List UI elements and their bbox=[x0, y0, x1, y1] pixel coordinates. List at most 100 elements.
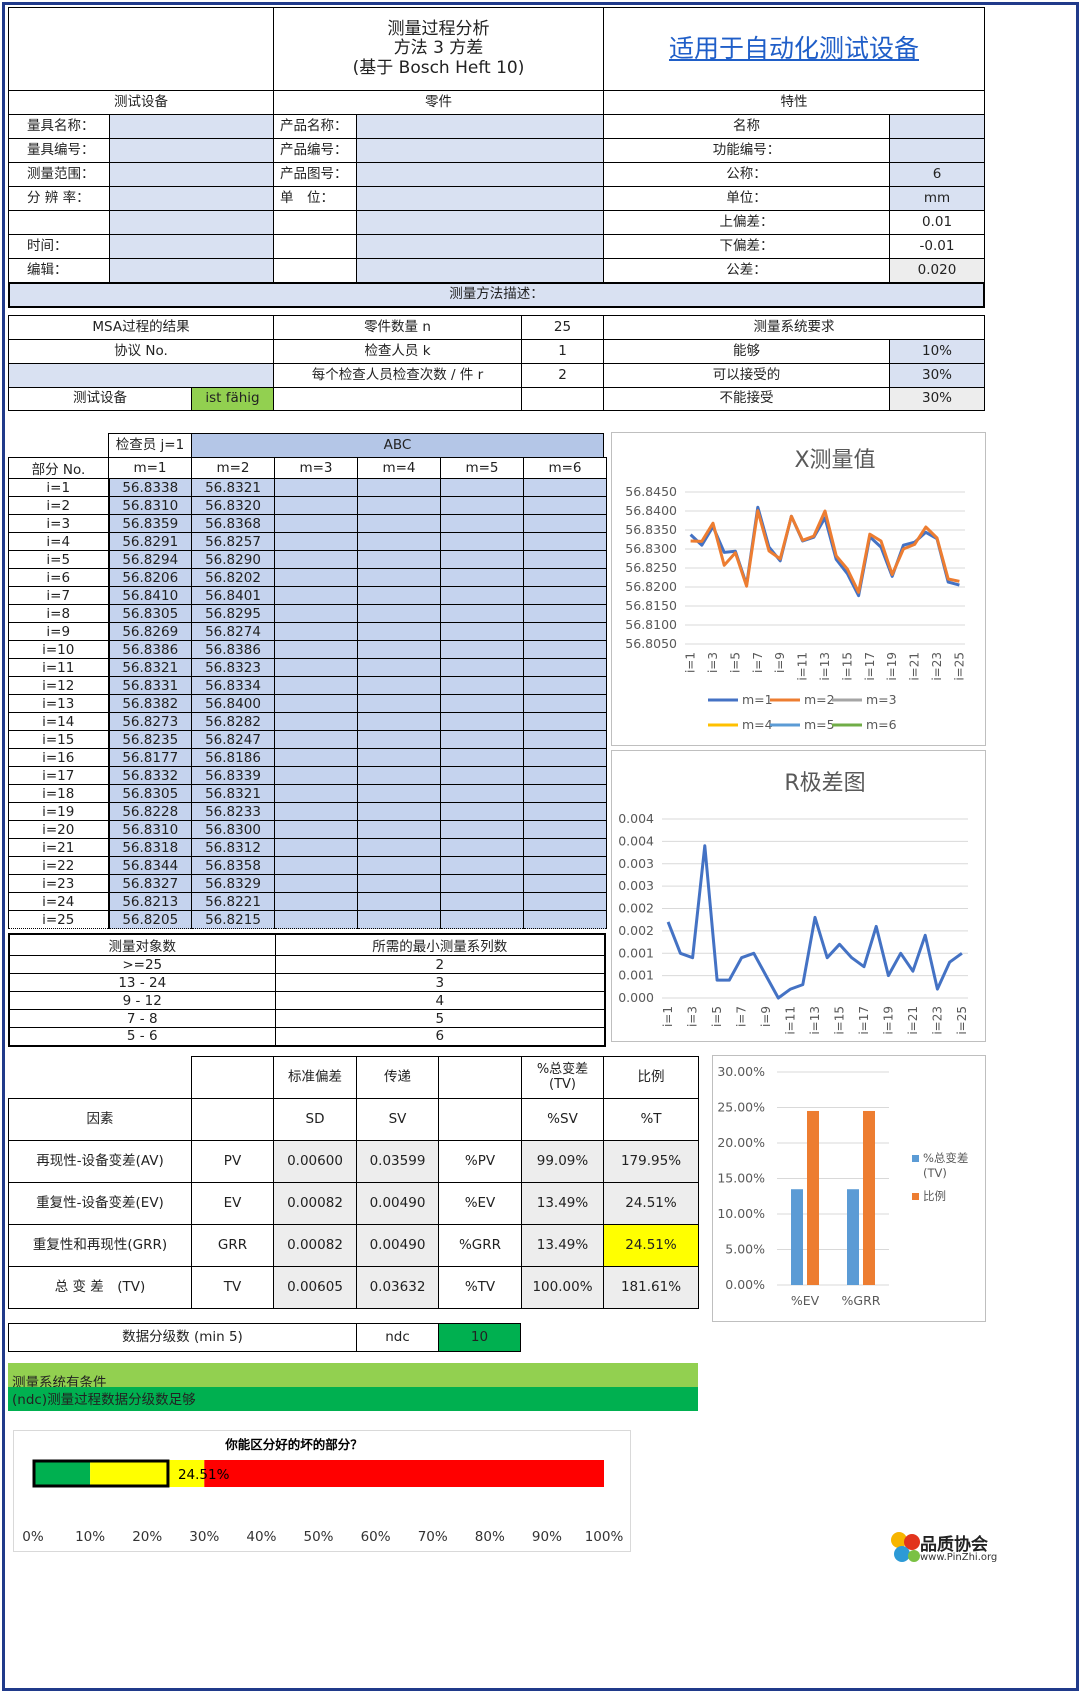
measurement-cell[interactable]: 56.8331 bbox=[107, 676, 192, 695]
measurement-cell[interactable] bbox=[357, 514, 441, 533]
measurement-cell[interactable]: 56.8321 bbox=[191, 784, 275, 803]
measurement-cell[interactable] bbox=[357, 586, 441, 605]
measurement-cell[interactable] bbox=[440, 784, 524, 803]
measurement-cell[interactable] bbox=[440, 622, 524, 641]
measurement-cell[interactable]: 56.8358 bbox=[191, 856, 275, 875]
gauge-range-input[interactable] bbox=[109, 162, 274, 187]
measurement-cell[interactable] bbox=[274, 550, 358, 569]
measurement-cell[interactable] bbox=[440, 496, 524, 515]
measurement-cell[interactable]: 56.8368 bbox=[191, 514, 275, 533]
measurement-cell[interactable] bbox=[357, 550, 441, 569]
gauge-name-input[interactable] bbox=[109, 114, 274, 139]
measurement-cell[interactable] bbox=[274, 478, 358, 497]
unit-value[interactable]: mm bbox=[889, 186, 985, 211]
measurement-cell[interactable] bbox=[357, 568, 441, 587]
product-name-input[interactable] bbox=[356, 114, 604, 139]
measurement-cell[interactable] bbox=[274, 604, 358, 623]
measurement-cell[interactable]: 56.8310 bbox=[107, 496, 192, 515]
measurement-cell[interactable] bbox=[523, 694, 607, 713]
blank-input[interactable] bbox=[109, 210, 274, 235]
measurement-cell[interactable]: 56.8206 bbox=[107, 568, 192, 587]
measurement-cell[interactable]: 56.8205 bbox=[107, 910, 192, 929]
measurement-cell[interactable] bbox=[274, 838, 358, 857]
measurement-cell[interactable] bbox=[357, 838, 441, 857]
measurement-cell[interactable] bbox=[523, 892, 607, 911]
measurement-cell[interactable] bbox=[357, 874, 441, 893]
measurement-cell[interactable] bbox=[357, 496, 441, 515]
measurement-cell[interactable] bbox=[440, 550, 524, 569]
measurement-cell[interactable]: 56.8386 bbox=[191, 640, 275, 659]
measurement-cell[interactable] bbox=[440, 604, 524, 623]
measurement-cell[interactable] bbox=[440, 658, 524, 677]
measurement-cell[interactable] bbox=[357, 856, 441, 875]
measurement-cell[interactable] bbox=[523, 820, 607, 839]
measurement-cell[interactable] bbox=[274, 910, 358, 929]
measurement-cell[interactable]: 56.8321 bbox=[107, 658, 192, 677]
capable-value[interactable]: 10% bbox=[889, 339, 985, 364]
measurement-cell[interactable] bbox=[440, 892, 524, 911]
time-input[interactable] bbox=[109, 234, 274, 259]
measurement-cell[interactable] bbox=[523, 658, 607, 677]
measurement-cell[interactable]: 56.8323 bbox=[191, 658, 275, 677]
gauge-resolution-input[interactable] bbox=[109, 186, 274, 211]
measurement-cell[interactable] bbox=[274, 496, 358, 515]
measurement-cell[interactable] bbox=[440, 910, 524, 929]
measurement-cell[interactable] bbox=[357, 478, 441, 497]
editor-input[interactable] bbox=[109, 258, 274, 283]
measurement-cell[interactable]: 56.8177 bbox=[107, 748, 192, 767]
measurement-cell[interactable] bbox=[274, 694, 358, 713]
measurement-cell[interactable]: 56.8228 bbox=[107, 802, 192, 821]
measurement-cell[interactable] bbox=[357, 910, 441, 929]
measurement-cell[interactable]: 56.8247 bbox=[191, 730, 275, 749]
measurement-cell[interactable] bbox=[523, 784, 607, 803]
measurement-cell[interactable] bbox=[357, 784, 441, 803]
measurement-cell[interactable] bbox=[440, 802, 524, 821]
measurement-cell[interactable]: 56.8300 bbox=[191, 820, 275, 839]
measurement-cell[interactable] bbox=[523, 802, 607, 821]
measurement-cell[interactable]: 56.8401 bbox=[191, 586, 275, 605]
measurement-cell[interactable] bbox=[440, 640, 524, 659]
measurement-cell[interactable] bbox=[357, 820, 441, 839]
measurement-cell[interactable] bbox=[523, 550, 607, 569]
measurement-cell[interactable] bbox=[440, 568, 524, 587]
measurement-cell[interactable] bbox=[523, 496, 607, 515]
measurement-cell[interactable] bbox=[523, 838, 607, 857]
measurement-cell[interactable] bbox=[523, 604, 607, 623]
char-name-value[interactable] bbox=[889, 114, 985, 139]
measurement-cell[interactable] bbox=[523, 766, 607, 785]
measurement-cell[interactable] bbox=[523, 910, 607, 929]
measurement-cell[interactable] bbox=[274, 514, 358, 533]
measurement-cell[interactable] bbox=[523, 748, 607, 767]
measurement-cell[interactable] bbox=[274, 730, 358, 749]
measurement-cell[interactable] bbox=[440, 694, 524, 713]
measurement-cell[interactable]: 56.8186 bbox=[191, 748, 275, 767]
measurement-cell[interactable] bbox=[274, 676, 358, 695]
measurement-cell[interactable] bbox=[523, 478, 607, 497]
measurement-cell[interactable] bbox=[357, 748, 441, 767]
measurement-cell[interactable] bbox=[274, 640, 358, 659]
measurement-cell[interactable] bbox=[274, 784, 358, 803]
measurement-cell[interactable] bbox=[440, 838, 524, 857]
measurement-cell[interactable] bbox=[274, 658, 358, 677]
measurement-cell[interactable] bbox=[274, 766, 358, 785]
measurement-cell[interactable]: 56.8332 bbox=[107, 766, 192, 785]
blank-input[interactable] bbox=[356, 258, 604, 283]
acceptable-value[interactable]: 30% bbox=[889, 363, 985, 388]
measurement-cell[interactable]: 56.8338 bbox=[107, 478, 192, 497]
measurement-cell[interactable]: 56.8274 bbox=[191, 622, 275, 641]
measurement-cell[interactable] bbox=[357, 694, 441, 713]
measurement-cell[interactable]: 56.8344 bbox=[107, 856, 192, 875]
measurement-cell[interactable]: 56.8213 bbox=[107, 892, 192, 911]
measurement-cell[interactable] bbox=[274, 874, 358, 893]
measurement-cell[interactable] bbox=[440, 766, 524, 785]
measurement-cell[interactable] bbox=[274, 532, 358, 551]
measurement-cell[interactable] bbox=[523, 514, 607, 533]
measurement-cell[interactable] bbox=[440, 586, 524, 605]
measurement-cell[interactable] bbox=[357, 658, 441, 677]
measurement-cell[interactable] bbox=[357, 676, 441, 695]
gauge-no-input[interactable] bbox=[109, 138, 274, 163]
product-no-input[interactable] bbox=[356, 138, 604, 163]
measurement-cell[interactable] bbox=[357, 604, 441, 623]
measurement-cell[interactable]: 56.8202 bbox=[191, 568, 275, 587]
measurement-cell[interactable] bbox=[440, 712, 524, 731]
